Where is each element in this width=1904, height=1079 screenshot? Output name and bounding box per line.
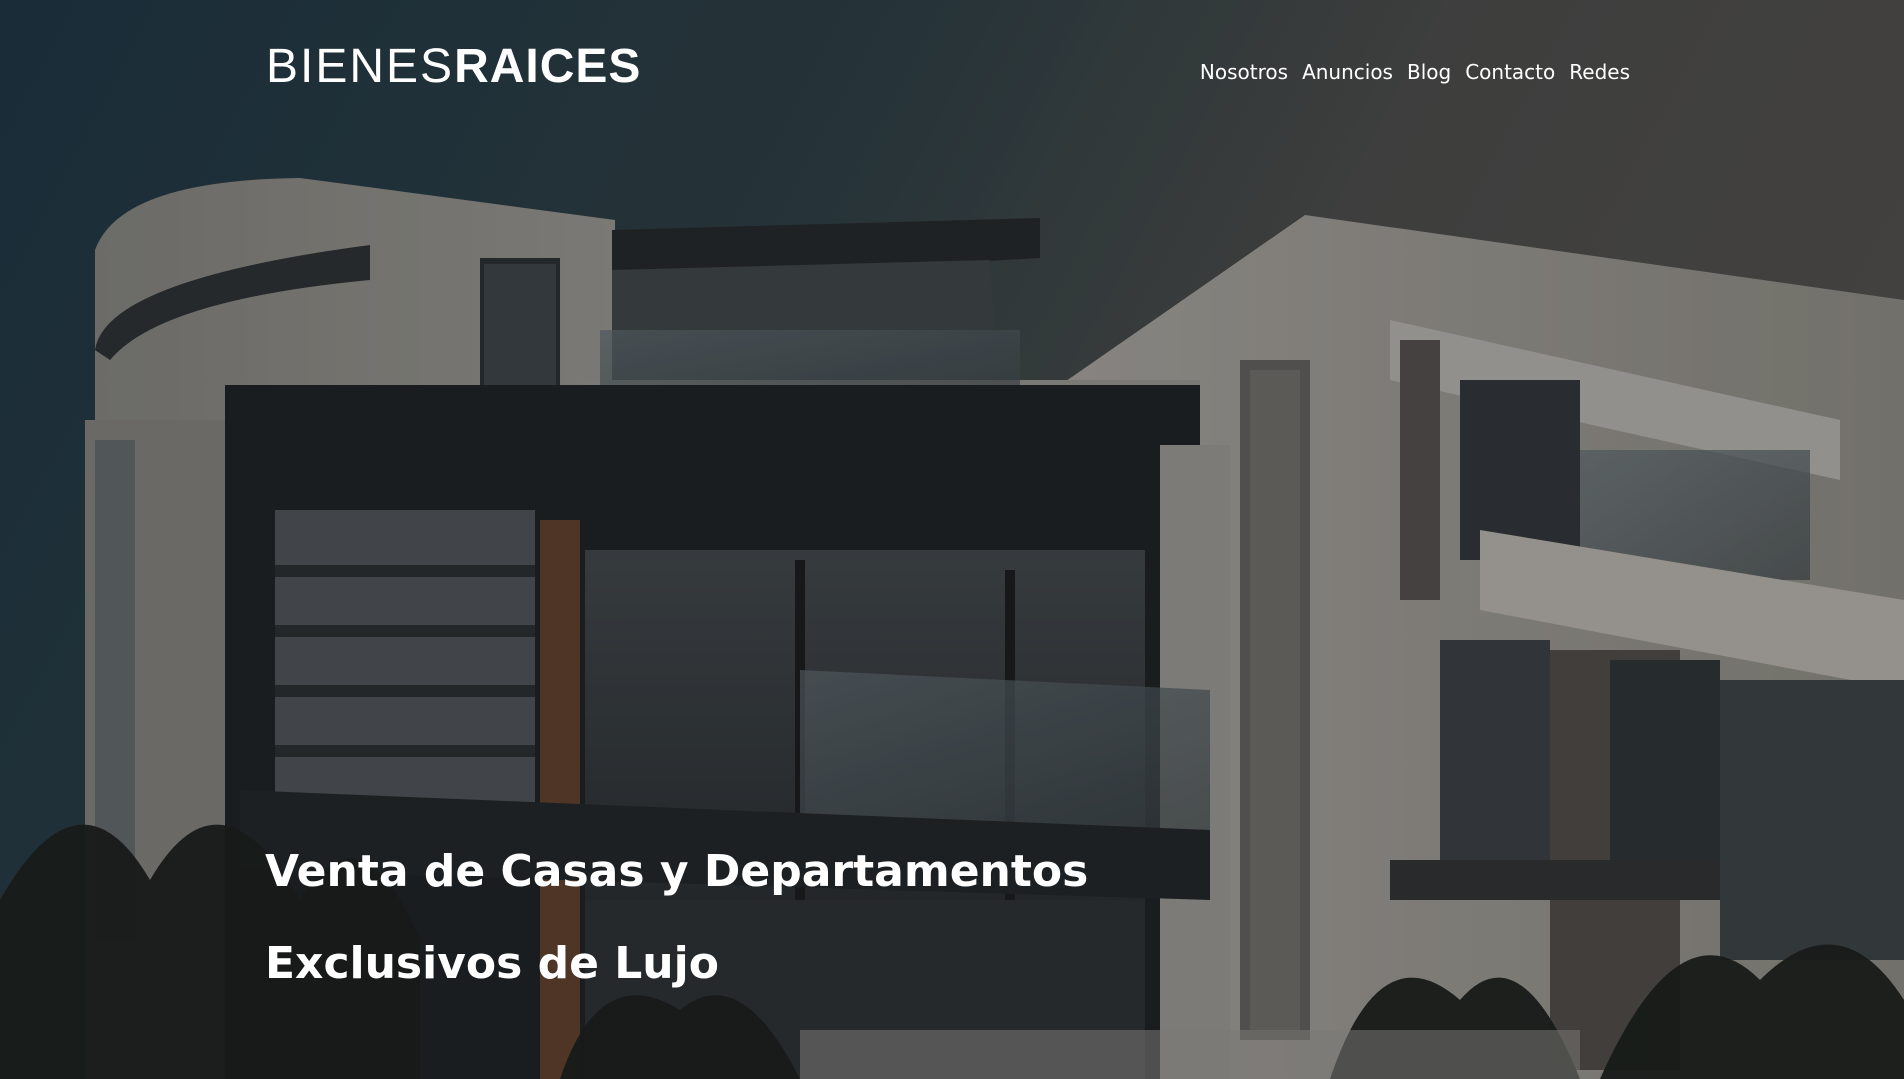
logo-text-light: BIENES <box>266 40 455 93</box>
site-header: BIENESRAICES Nosotros Anuncios Blog Cont… <box>266 38 1630 108</box>
hero-headline-line-1: Venta de Casas y Departamentos <box>265 846 1089 897</box>
nav-link-contacto[interactable]: Contacto <box>1465 58 1555 86</box>
nav-link-anuncios[interactable]: Anuncios <box>1302 58 1393 86</box>
hero-headline-line-2: Exclusivos de Lujo <box>265 938 719 989</box>
nav-link-redes[interactable]: Redes <box>1569 58 1630 86</box>
site-logo[interactable]: BIENESRAICES <box>266 38 641 95</box>
hero-section: BIENESRAICES Nosotros Anuncios Blog Cont… <box>0 0 1904 1079</box>
logo-text-bold: RAICES <box>454 40 642 93</box>
nav-link-nosotros[interactable]: Nosotros <box>1200 58 1288 86</box>
nav-link-blog[interactable]: Blog <box>1407 58 1451 86</box>
main-navigation: Nosotros Anuncios Blog Contacto Redes <box>1200 58 1630 86</box>
hero-headline: Venta de Casas y Departamentos Exclusivo… <box>265 826 1265 1010</box>
